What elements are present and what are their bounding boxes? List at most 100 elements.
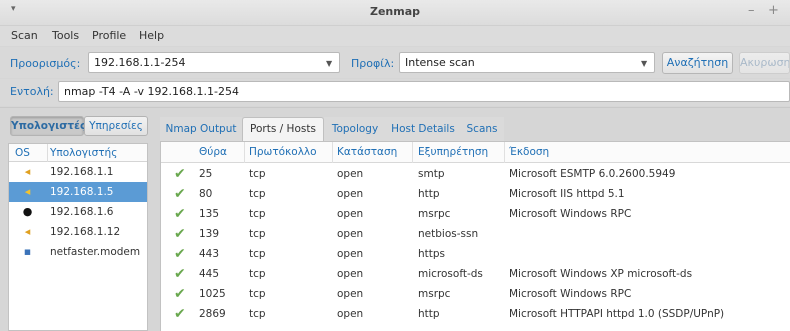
window-title: Zenmap: [369, 5, 421, 18]
host-list-header: OS Υπολογιστής: [9, 144, 147, 162]
protocol-cell: tcp: [249, 168, 266, 180]
version-cell: Microsoft ESMTP 6.0.2600.5949: [509, 168, 676, 180]
host-row[interactable]: ● 192.168.1.6: [9, 202, 147, 222]
open-check-icon: ✔: [174, 266, 186, 282]
protocol-cell: tcp: [249, 248, 266, 260]
open-check-icon: ✔: [174, 306, 186, 322]
minimize-button[interactable]: –: [748, 3, 755, 18]
protocol-cell: tcp: [249, 288, 266, 300]
linux-penguin-icon: ●: [22, 205, 33, 218]
host-column-header[interactable]: Υπολογιστής: [50, 147, 117, 159]
host-name: 192.168.1.6: [50, 206, 114, 218]
open-check-icon: ✔: [174, 286, 186, 302]
protocol-cell: tcp: [249, 188, 266, 200]
service-cell: http: [418, 188, 440, 200]
host-row[interactable]: ◂ 192.168.1.1: [9, 162, 147, 182]
service-cell: netbios-ssn: [418, 228, 479, 240]
state-cell: open: [337, 268, 364, 280]
column-divider: [504, 142, 505, 163]
state-cell: open: [337, 188, 364, 200]
menu-tools[interactable]: Tools: [52, 29, 79, 42]
command-toolbar: Εντολή: nmap -T4 -A -v 192.168.1.1-254: [0, 79, 790, 106]
tab-scans[interactable]: Scans: [460, 117, 504, 141]
table-row[interactable]: ✔ 443 tcp open https: [161, 244, 790, 264]
protocol-cell: tcp: [249, 268, 266, 280]
host-row[interactable]: ▪ netfaster.modem: [9, 242, 147, 262]
service-cell: https: [418, 248, 446, 260]
table-row[interactable]: ✔ 135 tcp open msrpc Microsoft Windows R…: [161, 204, 790, 224]
windows-flag-icon: ◂: [24, 165, 31, 178]
open-check-icon: ✔: [174, 166, 186, 182]
port-cell: 25: [199, 168, 213, 180]
table-row[interactable]: ✔ 139 tcp open netbios-ssn: [161, 224, 790, 244]
tab-host-details[interactable]: Host Details: [386, 117, 460, 141]
target-input[interactable]: 192.168.1.1-254: [88, 52, 340, 73]
tab-ports-hosts[interactable]: Ports / Hosts: [242, 117, 324, 141]
table-row[interactable]: ✔ 25 tcp open smtp Microsoft ESMTP 6.0.2…: [161, 164, 790, 184]
toolbar-divider: [0, 107, 790, 108]
port-column-header[interactable]: Θύρα: [199, 146, 227, 158]
command-input[interactable]: nmap -T4 -A -v 192.168.1.1-254: [58, 81, 790, 102]
command-label: Εντολή:: [10, 85, 54, 98]
profile-select[interactable]: Intense scan: [399, 52, 655, 73]
ports-table: Θύρα Πρωτόκολλο Κατάσταση Εξυπηρέτηση Έκ…: [160, 141, 790, 331]
menu-profile[interactable]: Profile: [92, 29, 126, 42]
version-column-header[interactable]: Έκδοση: [509, 146, 549, 158]
unknown-os-icon: ▪: [23, 245, 32, 258]
table-row[interactable]: ✔ 1025 tcp open msrpc Microsoft Windows …: [161, 284, 790, 304]
menu-scan[interactable]: Scan: [11, 29, 38, 42]
version-cell: Microsoft Windows XP microsoft-ds: [509, 268, 693, 280]
windows-flag-icon: ◂: [24, 185, 31, 198]
port-cell: 135: [199, 208, 220, 220]
cancel-button[interactable]: Ακυρωση: [739, 52, 790, 74]
tab-nmap-output[interactable]: Nmap Output: [160, 117, 242, 141]
service-cell: msrpc: [418, 208, 451, 220]
service-cell: msrpc: [418, 288, 451, 300]
open-check-icon: ✔: [174, 186, 186, 202]
state-cell: open: [337, 208, 364, 220]
state-cell: open: [337, 308, 364, 320]
os-column-header[interactable]: OS: [15, 147, 30, 159]
profile-dropdown-icon[interactable]: ▼: [641, 59, 647, 68]
column-divider: [47, 144, 48, 162]
ports-table-header: Θύρα Πρωτόκολλο Κατάσταση Εξυπηρέτηση Έκ…: [161, 142, 790, 163]
menu-help[interactable]: Help: [139, 29, 164, 42]
target-dropdown-icon[interactable]: ▼: [326, 59, 332, 68]
service-column-header[interactable]: Εξυπηρέτηση: [418, 146, 488, 158]
open-check-icon: ✔: [174, 246, 186, 262]
host-row[interactable]: ◂ 192.168.1.12: [9, 222, 147, 242]
port-cell: 139: [199, 228, 220, 240]
maximize-button[interactable]: +: [768, 3, 779, 18]
open-check-icon: ✔: [174, 226, 186, 242]
host-row-selected[interactable]: ◂ 192.168.1.5: [9, 182, 147, 202]
windows-flag-icon: ◂: [24, 225, 31, 238]
table-row[interactable]: ✔ 80 tcp open http Microsoft IIS httpd 5…: [161, 184, 790, 204]
service-cell: smtp: [418, 168, 445, 180]
protocol-cell: tcp: [249, 308, 266, 320]
state-cell: open: [337, 228, 364, 240]
services-tab[interactable]: Υπηρεσίες: [84, 116, 148, 136]
column-divider: [332, 142, 333, 163]
host-name: netfaster.modem: [50, 246, 141, 258]
service-cell: microsoft-ds: [418, 268, 483, 280]
column-divider: [244, 142, 245, 163]
menu-bar: Scan Tools Profile Help: [0, 26, 790, 46]
version-cell: Microsoft Windows RPC: [509, 208, 632, 220]
version-cell: Microsoft IIS httpd 5.1: [509, 188, 625, 200]
version-cell: Microsoft Windows RPC: [509, 288, 632, 300]
table-row[interactable]: ✔ 445 tcp open microsoft-ds Microsoft Wi…: [161, 264, 790, 284]
port-cell: 1025: [199, 288, 226, 300]
state-cell: open: [337, 288, 364, 300]
target-label: Προορισμός:: [10, 57, 81, 70]
tab-topology[interactable]: Topology: [324, 117, 386, 141]
host-name: 192.168.1.1: [50, 166, 114, 178]
service-cell: http: [418, 308, 440, 320]
host-list: OS Υπολογιστής ◂ 192.168.1.1 ◂ 192.168.1…: [8, 143, 148, 331]
title-bar: ▾ Zenmap – +: [0, 0, 790, 26]
protocol-column-header[interactable]: Πρωτόκολλο: [249, 146, 317, 158]
table-row[interactable]: ✔ 2869 tcp open http Microsoft HTTPAPI h…: [161, 304, 790, 324]
port-cell: 445: [199, 268, 220, 280]
state-column-header[interactable]: Κατάσταση: [337, 146, 397, 158]
hosts-tab[interactable]: Υπολογιστές: [10, 116, 86, 136]
scan-button[interactable]: Αναζήτηση: [662, 52, 733, 74]
